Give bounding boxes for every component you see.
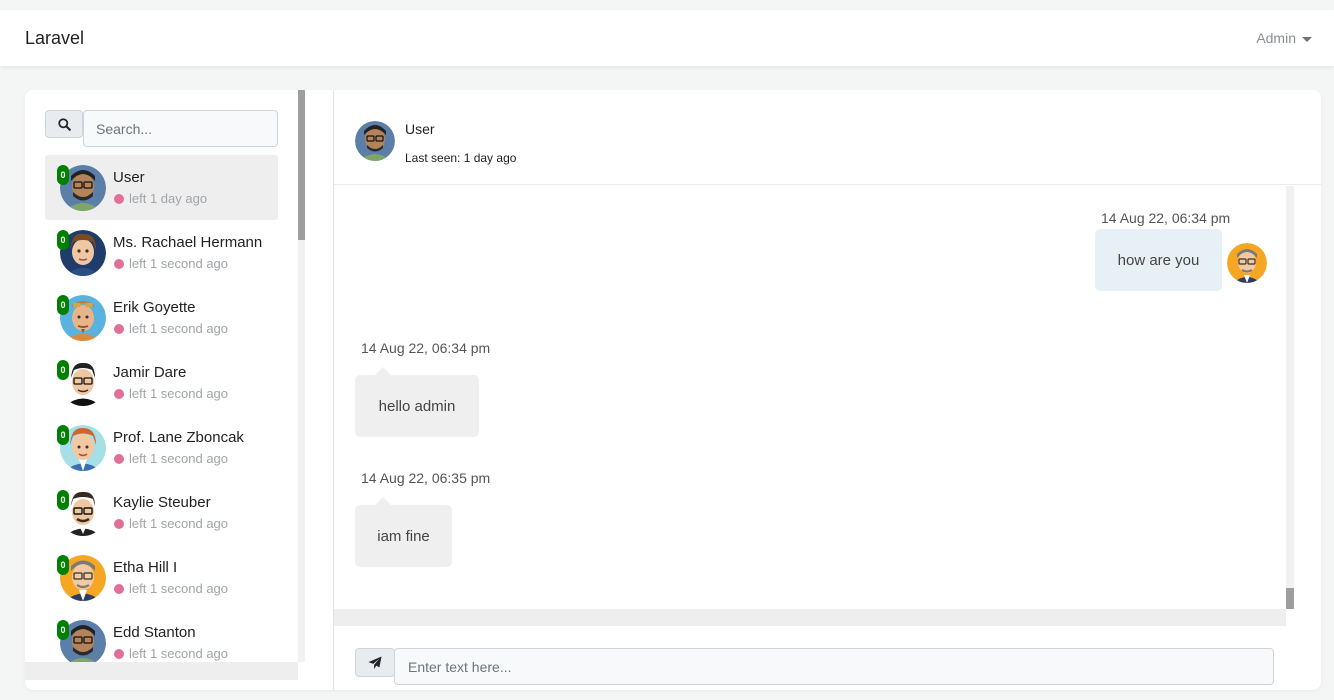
contact-item[interactable]: 0 Jamir Dare left 1 second ago	[45, 350, 278, 415]
offline-status-dot-icon	[114, 259, 124, 269]
message-text: how are you	[1117, 251, 1200, 269]
offline-status-dot-icon	[114, 389, 124, 399]
caret-down-icon	[1302, 36, 1312, 42]
avatar	[1227, 243, 1267, 283]
messages-scrollbar-thumb[interactable]	[1286, 588, 1294, 609]
last-seen-text: Last seen: 1 day ago	[405, 151, 517, 165]
contact-name: Kaylie Steuber	[113, 494, 211, 511]
contact-item[interactable]: 0 Erik Goyette left 1 second ago	[45, 285, 278, 350]
offline-status-dot-icon	[114, 194, 124, 204]
contacts-scrollbar-thumb[interactable]	[298, 90, 305, 240]
unread-badge: 0	[57, 230, 69, 250]
message-text: hello admin	[378, 397, 456, 415]
message-text: iam fine	[377, 527, 430, 545]
contact-name: User	[113, 169, 145, 186]
unread-badge: 0	[57, 360, 69, 380]
message-timestamp: 14 Aug 22, 06:34 pm	[361, 340, 491, 356]
offline-status-dot-icon	[114, 324, 124, 334]
unread-badge: 0	[57, 555, 69, 575]
avatar-man-grey-hair-glasses-icon	[1227, 243, 1267, 283]
contact-name: Erik Goyette	[113, 299, 196, 316]
contact-status: left 1 second ago	[129, 386, 229, 401]
contact-item[interactable]: 0 Etha Hill I left 1 second ago	[45, 545, 278, 610]
contact-name: Prof. Lane Zboncak	[113, 429, 244, 446]
offline-status-dot-icon	[114, 584, 124, 594]
search-button[interactable]	[45, 110, 83, 138]
offline-status-dot-icon	[114, 454, 124, 464]
contact-status: left 1 second ago	[129, 646, 229, 661]
user-menu-label: Admin	[1256, 30, 1296, 46]
contacts-panel: 0 User left 1 day ago 0 Ms. Rachael Hermann l…	[25, 90, 305, 690]
unread-badge: 0	[57, 620, 69, 640]
contact-status: left 1 second ago	[129, 451, 229, 466]
send-button[interactable]	[355, 648, 395, 677]
search-input[interactable]	[83, 110, 278, 147]
top-navbar: Laravel Admin	[0, 10, 1334, 66]
contact-name: Ms. Rachael Hermann	[113, 234, 263, 251]
message-bubble-outgoing: how are you	[1095, 229, 1222, 291]
avatar-man-glasses-beard-icon	[355, 121, 395, 161]
contact-status: left 1 second ago	[129, 321, 229, 336]
contact-status: left 1 second ago	[129, 516, 229, 531]
message-bubble-incoming: hello admin	[355, 367, 479, 437]
message-timestamp: 14 Aug 22, 06:34 pm	[1101, 210, 1231, 226]
offline-status-dot-icon	[114, 519, 124, 529]
conversation-user-name: User	[405, 121, 435, 137]
unread-badge: 0	[57, 490, 69, 510]
brand-link[interactable]: Laravel	[25, 28, 84, 49]
contact-status: left 1 second ago	[129, 581, 229, 596]
unread-badge: 0	[57, 165, 69, 185]
unread-badge: 0	[57, 295, 69, 315]
contact-status: left 1 day ago	[129, 191, 208, 206]
contact-item[interactable]: 0 Kaylie Steuber left 1 second ago	[45, 480, 278, 545]
contact-item[interactable]: 0 Prof. Lane Zboncak left 1 second ago	[45, 415, 278, 480]
avatar	[355, 121, 395, 161]
message-list: 14 Aug 22, 06:34 pm how are you 14 Aug 2…	[334, 186, 1294, 609]
conversation-panel: User Last seen: 1 day ago 14 Aug 22, 06:…	[333, 90, 1321, 690]
offline-status-dot-icon	[114, 649, 124, 659]
paper-plane-icon	[368, 655, 382, 669]
contacts-horizontal-scrollbar[interactable]	[25, 662, 298, 680]
user-menu-dropdown[interactable]: Admin	[1256, 30, 1312, 46]
contact-name: Jamir Dare	[113, 364, 187, 381]
contact-name: Edd Stanton	[113, 624, 196, 641]
contact-status: left 1 second ago	[129, 256, 229, 271]
message-input[interactable]	[394, 648, 1274, 685]
chat-card: 0 User left 1 day ago 0 Ms. Rachael Hermann l…	[25, 90, 1321, 690]
message-timestamp: 14 Aug 22, 06:35 pm	[361, 470, 491, 486]
contact-item[interactable]: 0 Ms. Rachael Hermann left 1 second ago	[45, 220, 278, 285]
contact-name: Etha Hill I	[113, 559, 178, 576]
contact-item[interactable]: 0 User left 1 day ago	[45, 155, 278, 220]
message-bubble-incoming: iam fine	[355, 497, 452, 567]
search-icon	[57, 117, 71, 131]
messages-scrollbar-track[interactable]	[1286, 186, 1294, 609]
messages-horizontal-scrollbar[interactable]	[334, 609, 1286, 626]
conversation-header: User Last seen: 1 day ago	[334, 90, 1321, 185]
unread-badge: 0	[57, 425, 69, 445]
